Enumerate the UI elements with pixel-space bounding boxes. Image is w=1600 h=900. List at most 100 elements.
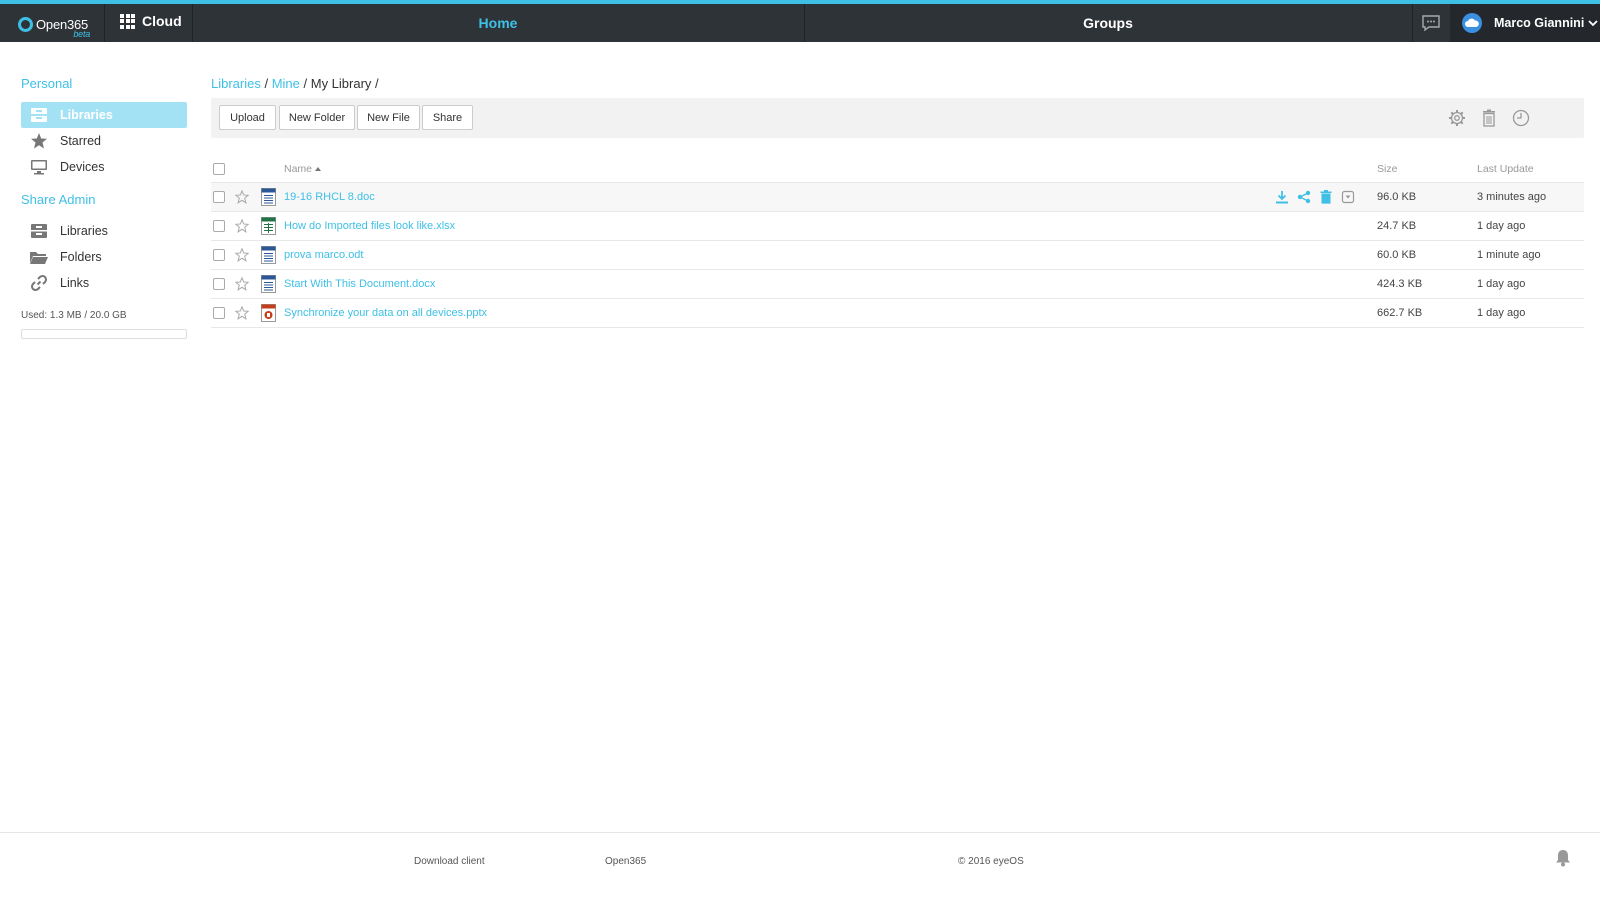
star-outline-icon [235,219,249,233]
notifications-button[interactable] [1555,849,1571,870]
select-all-checkbox[interactable] [213,162,225,175]
row-checkbox[interactable] [213,191,225,203]
file-size: 424.3 KB [1377,278,1423,290]
star-outline-icon [235,248,249,262]
chat-button[interactable] [1412,4,1450,42]
sidebar-item-share-links[interactable]: Links [21,270,187,296]
chevron-down-icon [1588,20,1598,27]
sidebar-item-share-folders[interactable]: Folders [21,244,187,270]
storage-usage-text: Used: 1.3 MB / 20.0 GB [21,310,127,321]
monitor-icon [29,158,49,176]
doc-file-icon [261,183,276,211]
file-size: 662.7 KB [1377,307,1423,319]
user-menu[interactable]: Marco Giannini [1450,4,1600,42]
file-name-link[interactable]: 19-16 RHCL 8.doc [284,183,375,211]
upload-button[interactable]: Upload [219,105,276,130]
trash-icon [1483,109,1495,127]
sidebar-item-label: Folders [60,250,102,264]
breadcrumb-separator: / [260,76,272,91]
open365-logo-icon [18,16,33,32]
file-last-update: 1 day ago [1477,278,1526,290]
file-table: Name Size Last Update 19-16 RHCL 8.doc 9… [211,155,1584,328]
row-checkbox[interactable] [213,249,225,261]
row-checkbox[interactable] [213,307,225,319]
file-name-link[interactable]: Start With This Document.docx [284,270,435,298]
trash-button[interactable] [1479,108,1499,128]
download-icon[interactable] [1275,190,1289,204]
file-last-update: 1 minute ago [1477,249,1541,261]
breadcrumb-current: My Library [310,76,372,91]
breadcrumb-mine-link[interactable]: Mine [272,76,300,91]
star-outline-icon [235,190,249,204]
sidebar: Personal Libraries Starred Devices Share… [21,76,187,339]
file-last-update: 3 minutes ago [1477,191,1547,203]
table-header: Name Size Last Update [211,155,1584,183]
star-icon [29,132,49,150]
breadcrumb-separator: / [371,76,379,91]
row-checkbox[interactable] [213,220,225,232]
share-button[interactable]: Share [422,105,473,130]
folder-icon [29,248,49,266]
history-button[interactable] [1511,108,1531,128]
doc-file-icon [261,241,276,269]
file-size: 96.0 KB [1377,191,1417,203]
table-row[interactable]: Start With This Document.docx 424.3 KB 1… [211,270,1584,299]
app-label: Cloud [142,13,182,29]
user-name: Marco Giannini [1494,16,1585,30]
size-column-header[interactable]: Size [1377,155,1397,182]
delete-icon[interactable] [1319,190,1333,204]
breadcrumb-libraries-link[interactable]: Libraries [211,76,261,91]
bell-icon [1556,850,1570,867]
table-row[interactable]: 19-16 RHCL 8.doc 96.0 KB 3 minutes ago [211,183,1584,212]
star-toggle[interactable] [235,299,249,327]
storage-usage-bar [21,329,187,339]
link-icon [29,274,49,292]
nav-groups[interactable]: Groups [804,4,1412,42]
nav-home[interactable]: Home [192,4,804,42]
row-actions [1275,183,1355,211]
sidebar-item-label: Links [60,276,90,290]
divider [104,4,105,42]
share-icon[interactable] [1297,190,1311,204]
star-outline-icon [235,277,249,291]
settings-button[interactable] [1447,108,1467,128]
table-row[interactable]: prova marco.odt 60.0 KB 1 minute ago [211,241,1584,270]
more-dropdown-icon[interactable] [1341,190,1355,204]
sidebar-item-devices[interactable]: Devices [21,154,187,180]
footer: Download client Open365 © 2016 eyeOS [0,832,1600,900]
file-name-link[interactable]: Synchronize your data on all devices.ppt… [284,299,487,327]
sidebar-item-libraries[interactable]: Libraries [21,102,187,128]
brand-name: Open365 beta [36,17,90,39]
star-toggle[interactable] [235,241,249,269]
file-name-link[interactable]: How do Imported files look like.xlsx [284,212,455,240]
star-toggle[interactable] [235,183,249,211]
row-checkbox[interactable] [213,278,225,290]
top-bar: Open365 beta Cloud Home Groups Marco Gia… [0,0,1600,42]
sidebar-item-starred[interactable]: Starred [21,128,187,154]
copyright-text: © 2016 eyeOS [958,856,1024,867]
new-file-button[interactable]: New File [357,105,420,130]
beta-badge: beta [73,28,91,39]
name-column-header[interactable]: Name [284,155,322,182]
library-icon [29,222,49,240]
file-name-link[interactable]: prova marco.odt [284,241,363,269]
last-update-column-header[interactable]: Last Update [1477,155,1534,182]
sidebar-item-label: Libraries [60,224,108,238]
sidebar-item-share-libraries[interactable]: Libraries [21,218,187,244]
download-client-link[interactable]: Download client [414,856,485,867]
brand-logo-link[interactable]: Open365 beta [18,12,90,39]
apps-grid-icon [120,13,135,29]
apps-menu-button[interactable]: Cloud [120,13,182,29]
star-toggle[interactable] [235,212,249,240]
file-last-update: 1 day ago [1477,307,1526,319]
breadcrumb-separator: / [299,76,311,91]
table-row[interactable]: How do Imported files look like.xlsx 24.… [211,212,1584,241]
star-toggle[interactable] [235,270,249,298]
presentation-file-icon [261,299,276,327]
name-header-label: Name [284,162,313,175]
new-folder-button[interactable]: New Folder [279,105,355,130]
clock-icon [1512,109,1530,127]
sidebar-item-label: Devices [60,160,105,174]
table-row[interactable]: Synchronize your data on all devices.ppt… [211,299,1584,328]
open365-link[interactable]: Open365 [605,856,646,867]
